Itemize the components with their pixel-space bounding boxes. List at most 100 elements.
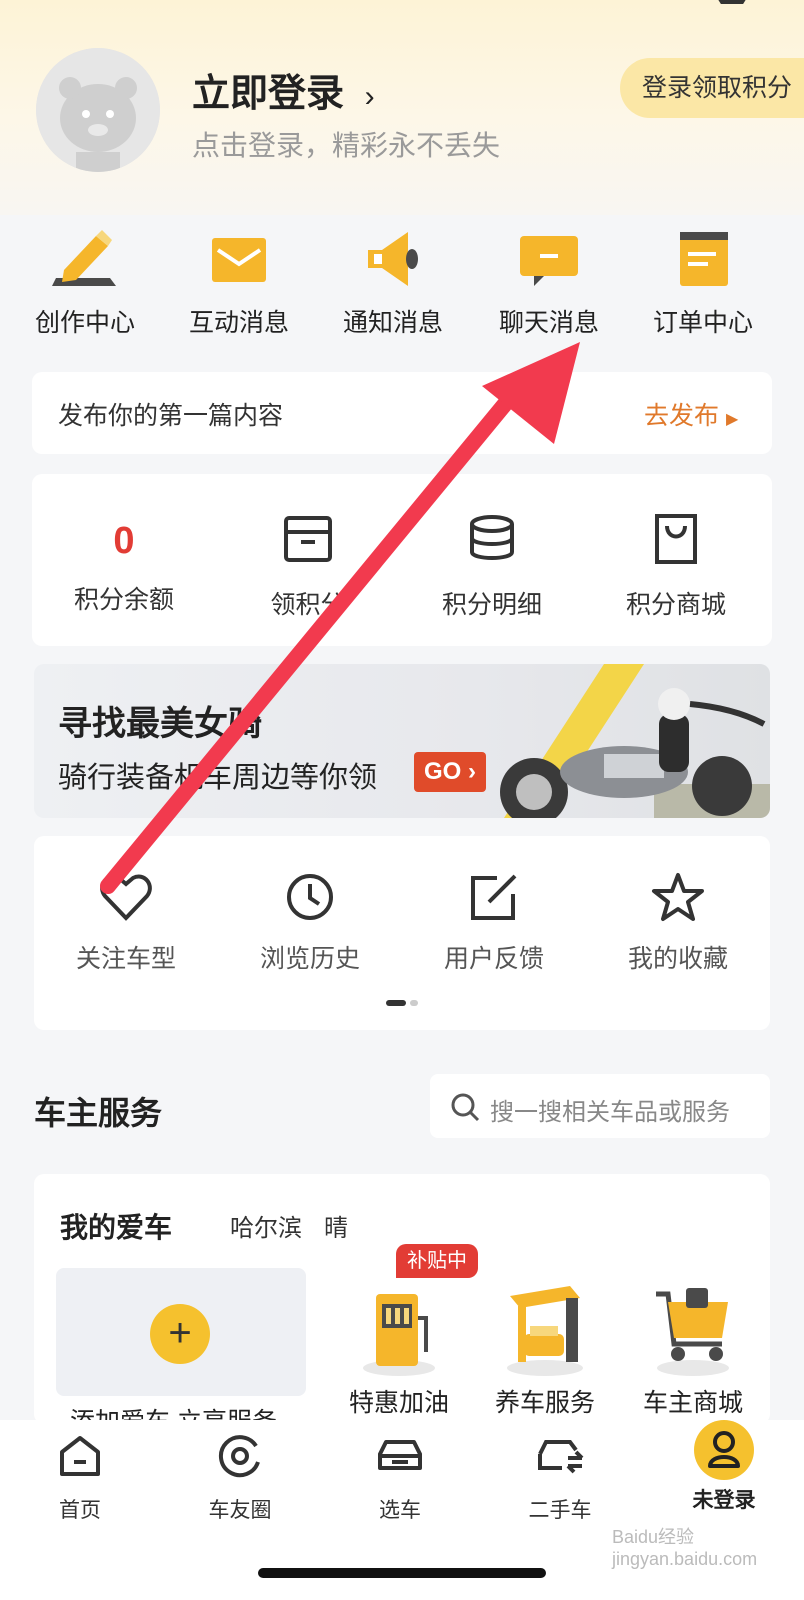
circle-icon xyxy=(218,1435,260,1478)
promo-title: 寻找最美女骑 xyxy=(58,705,262,743)
points-balance[interactable]: 0 积分余额 xyxy=(32,516,216,616)
weather-city: 哈尔滨 xyxy=(230,1215,302,1242)
quick-action-interaction-messages[interactable]: 互动消息 xyxy=(160,228,318,339)
login-link[interactable]: 立即登录 › xyxy=(192,62,375,117)
my-car-card: 我的爱车 哈尔滨 晴 + 添加爱车 立享服务 特惠加油 补贴中 xyxy=(34,1174,770,1436)
service-label: 养车服务 xyxy=(494,1389,595,1417)
chat-bubble-icon xyxy=(520,236,578,286)
points-balance-value: 0 xyxy=(113,520,135,562)
home-icon xyxy=(60,1436,100,1476)
browsing-history[interactable]: 浏览历史 xyxy=(218,872,402,975)
fuel-pump-icon xyxy=(363,1294,435,1376)
promo-subtitle: 骑行装备机车周边等你领 xyxy=(58,762,378,794)
garage-icon xyxy=(507,1286,583,1376)
points-mall-label: 积分商城 xyxy=(625,591,726,619)
weather-condition: 晴 xyxy=(324,1215,348,1242)
tools-card: 关注车型 浏览历史 用户反馈 我的收藏 xyxy=(34,836,770,1030)
get-points[interactable]: 领积分 xyxy=(216,512,400,621)
search-placeholder: 搜一搜相关车品或服务 xyxy=(490,1099,730,1126)
login-title: 立即登录 xyxy=(192,73,345,115)
watermark: Baidu经验 jingyan.baidu.com xyxy=(612,1527,758,1569)
nav-car-friends-label: 车友圈 xyxy=(208,1499,272,1522)
publish-button-label: 去发布 xyxy=(644,402,720,430)
user-icon xyxy=(708,1431,740,1468)
user-feedback-label: 用户反馈 xyxy=(443,945,544,973)
gift-box-icon xyxy=(284,516,332,562)
search-icon xyxy=(451,1093,480,1122)
add-car-button[interactable]: + xyxy=(150,1304,210,1364)
nav-car-friends[interactable]: 车友圈 xyxy=(180,1432,300,1524)
promo-go-button[interactable]: GO › xyxy=(414,752,486,792)
promo-go-label: GO xyxy=(423,758,462,785)
motorcycle-rider-image xyxy=(500,664,770,818)
shopping-bag-icon xyxy=(655,514,697,564)
nav-used-car[interactable]: 二手车 xyxy=(500,1432,620,1524)
service-label: 车主商城 xyxy=(642,1389,743,1417)
followed-models[interactable]: 关注车型 xyxy=(34,872,218,975)
quick-action-label: 订单中心 xyxy=(652,309,753,337)
nav-not-logged-in-label: 未登录 xyxy=(692,1489,756,1512)
clock-icon xyxy=(287,874,333,920)
quick-action-chat-messages[interactable]: 聊天消息 xyxy=(470,228,628,339)
nav-choose-car[interactable]: 选车 xyxy=(340,1432,460,1524)
coins-icon xyxy=(470,515,514,560)
page-indicator xyxy=(386,1000,420,1006)
user-feedback[interactable]: 用户反馈 xyxy=(402,872,586,975)
my-favorites[interactable]: 我的收藏 xyxy=(586,872,770,975)
points-card: 0 积分余额 领积分 积分明细 积分商城 xyxy=(32,474,772,646)
quick-action-label: 创作中心 xyxy=(34,309,135,337)
publish-banner[interactable]: 发布你的第一篇内容 去发布 ▶ xyxy=(32,372,772,454)
envelope-icon xyxy=(212,238,266,282)
user-icon-circle xyxy=(694,1420,754,1480)
followed-models-label: 关注车型 xyxy=(75,945,176,973)
quick-action-label: 互动消息 xyxy=(188,309,289,337)
edit-icon xyxy=(471,874,517,920)
promo-banner[interactable]: 寻找最美女骑 骑行装备机车周边等你领 GO › xyxy=(34,664,770,818)
settings-icon[interactable] xyxy=(706,0,758,20)
service-owner-mall[interactable]: 车主商城 xyxy=(618,1268,768,1419)
car-icon xyxy=(378,1440,422,1470)
service-car-maintenance[interactable]: 养车服务 xyxy=(470,1268,620,1419)
owner-services-title: 车主服务 xyxy=(34,1095,163,1131)
points-balance-label: 积分余额 xyxy=(73,586,174,614)
shopping-cart-icon xyxy=(656,1288,729,1376)
publish-button[interactable]: 去发布 ▶ xyxy=(644,396,738,432)
subsidy-badge-label: 补贴中 xyxy=(407,1250,467,1272)
publish-banner-text: 发布你的第一篇内容 xyxy=(58,402,284,430)
megaphone-icon xyxy=(368,232,418,286)
quick-action-notifications[interactable]: 通知消息 xyxy=(314,228,472,339)
nav-choose-car-label: 选车 xyxy=(379,1499,421,1522)
get-points-label: 领积分 xyxy=(270,591,346,619)
home-indicator xyxy=(258,1568,546,1578)
chevron-right-icon: › xyxy=(461,758,476,785)
points-detail[interactable]: 积分明细 xyxy=(400,512,584,621)
points-detail-label: 积分明细 xyxy=(441,591,542,619)
nav-not-logged-in[interactable]: 未登录 xyxy=(664,1420,784,1514)
bottom-navigation: 首页 车友圈 选车 二手车 未登录 xyxy=(0,1420,804,1600)
star-icon xyxy=(652,873,704,921)
nav-home-label: 首页 xyxy=(59,1499,101,1522)
nav-used-car-label: 二手车 xyxy=(528,1499,592,1522)
my-favorites-label: 我的收藏 xyxy=(627,945,728,973)
login-subtitle: 点击登录，精彩永不丢失 xyxy=(192,130,501,161)
service-search-input[interactable]: 搜一搜相关车品或服务 xyxy=(430,1074,770,1138)
chevron-right-icon: › xyxy=(364,80,375,113)
browsing-history-label: 浏览历史 xyxy=(259,945,360,973)
nav-home[interactable]: 首页 xyxy=(20,1432,140,1524)
caret-right-icon: ▶ xyxy=(725,411,739,428)
login-points-button[interactable]: 登录领取积分 xyxy=(620,58,804,118)
add-car-panel[interactable]: + xyxy=(56,1268,306,1396)
used-car-icon xyxy=(538,1440,584,1474)
plus-icon: + xyxy=(168,1311,192,1355)
order-icon xyxy=(680,232,728,286)
points-mall[interactable]: 积分商城 xyxy=(584,512,768,621)
quick-action-creation-center[interactable]: 创作中心 xyxy=(6,228,164,339)
scan-icon[interactable] xyxy=(36,0,76,16)
my-car-title: 我的爱车 xyxy=(60,1212,173,1243)
quick-action-order-center[interactable]: 订单中心 xyxy=(624,228,782,339)
pen-icon xyxy=(52,230,116,286)
service-label: 特惠加油 xyxy=(348,1389,449,1417)
avatar[interactable] xyxy=(36,48,160,172)
heart-icon xyxy=(100,874,152,921)
service-fuel-discount[interactable]: 特惠加油 xyxy=(324,1268,474,1419)
